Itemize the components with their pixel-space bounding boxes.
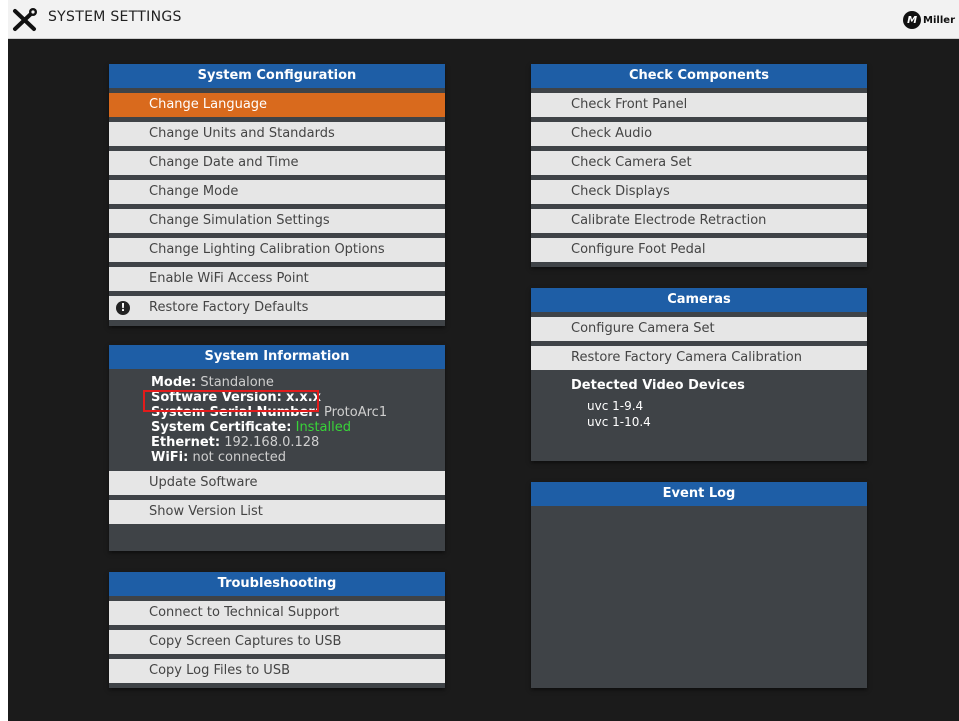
- restore-factory-defaults-button[interactable]: ! Restore Factory Defaults: [109, 296, 445, 320]
- configure-camera-set-button[interactable]: Configure Camera Set: [531, 317, 867, 341]
- system-information-header: System Information: [109, 345, 445, 369]
- ethernet-row: Ethernet: 192.168.0.128: [151, 435, 445, 450]
- system-configuration-header: System Configuration: [109, 64, 445, 88]
- connect-technical-support-button[interactable]: Connect to Technical Support: [109, 601, 445, 625]
- mode-label: Mode:: [151, 375, 197, 390]
- window-title: SYSTEM SETTINGS: [48, 9, 182, 25]
- check-audio-button[interactable]: Check Audio: [531, 122, 867, 146]
- change-mode-button[interactable]: Change Mode: [109, 180, 445, 204]
- change-date-time-button[interactable]: Change Date and Time: [109, 151, 445, 175]
- mode-value: Standalone: [200, 375, 274, 390]
- system-configuration-panel: System Configuration Change Language Cha…: [109, 64, 445, 326]
- restore-camera-calibration-button[interactable]: Restore Factory Camera Calibration: [531, 346, 867, 370]
- event-log-panel: Event Log: [531, 482, 867, 688]
- event-log-header: Event Log: [531, 482, 867, 506]
- title-bar: SYSTEM SETTINGS M Miller: [8, 0, 959, 39]
- wifi-label: WiFi:: [151, 450, 189, 465]
- check-front-panel-button[interactable]: Check Front Panel: [531, 93, 867, 117]
- detected-video-devices: Detected Video Devices uvc 1-9.4 uvc 1-1…: [531, 370, 867, 430]
- restore-factory-defaults-label: Restore Factory Defaults: [149, 300, 309, 315]
- video-device-item: uvc 1-9.4: [587, 399, 644, 413]
- enable-wifi-access-point-button[interactable]: Enable WiFi Access Point: [109, 267, 445, 291]
- wifi-row: WiFi: not connected: [151, 450, 445, 465]
- change-units-button[interactable]: Change Units and Standards: [109, 122, 445, 146]
- cameras-header: Cameras: [531, 288, 867, 312]
- system-info-details: Mode: Standalone Software Version: x.x.x…: [109, 369, 445, 471]
- change-language-button[interactable]: Change Language: [109, 93, 445, 117]
- configure-foot-pedal-button[interactable]: Configure Foot Pedal: [531, 238, 867, 262]
- calibrate-electrode-retraction-button[interactable]: Calibrate Electrode Retraction: [531, 209, 867, 233]
- certificate-row: System Certificate: Installed: [151, 420, 445, 435]
- ethernet-label: Ethernet:: [151, 435, 221, 450]
- video-device-item: uvc 1-10.4: [587, 415, 651, 429]
- certificate-status: Installed: [295, 420, 351, 435]
- warning-icon: !: [116, 301, 130, 315]
- cameras-panel: Cameras Configure Camera Set Restore Fac…: [531, 288, 867, 461]
- serial-number-value: ProtoArc1: [324, 405, 388, 420]
- wifi-value: not connected: [192, 450, 286, 465]
- update-software-button[interactable]: Update Software: [109, 471, 445, 495]
- change-lighting-calibration-button[interactable]: Change Lighting Calibration Options: [109, 238, 445, 262]
- tools-icon: [13, 8, 37, 31]
- software-version-highlight: [143, 390, 319, 412]
- show-version-list-button[interactable]: Show Version List: [109, 500, 445, 524]
- brand-mark: M: [903, 11, 922, 29]
- change-simulation-settings-button[interactable]: Change Simulation Settings: [109, 209, 445, 233]
- check-components-header: Check Components: [531, 64, 867, 88]
- brand-name: Miller: [923, 14, 955, 26]
- troubleshooting-header: Troubleshooting: [109, 572, 445, 596]
- check-camera-set-button[interactable]: Check Camera Set: [531, 151, 867, 175]
- check-displays-button[interactable]: Check Displays: [531, 180, 867, 204]
- certificate-label: System Certificate:: [151, 420, 292, 435]
- brand-logo: M Miller: [903, 11, 955, 29]
- ethernet-value: 192.168.0.128: [224, 435, 320, 450]
- copy-screen-captures-button[interactable]: Copy Screen Captures to USB: [109, 630, 445, 654]
- troubleshooting-panel: Troubleshooting Connect to Technical Sup…: [109, 572, 445, 688]
- copy-log-files-button[interactable]: Copy Log Files to USB: [109, 659, 445, 683]
- detected-devices-title: Detected Video Devices: [571, 378, 745, 393]
- system-information-panel: System Information Mode: Standalone Soft…: [109, 345, 445, 551]
- check-components-panel: Check Components Check Front Panel Check…: [531, 64, 867, 267]
- mode-row: Mode: Standalone: [151, 375, 445, 390]
- event-log-content[interactable]: [531, 506, 867, 688]
